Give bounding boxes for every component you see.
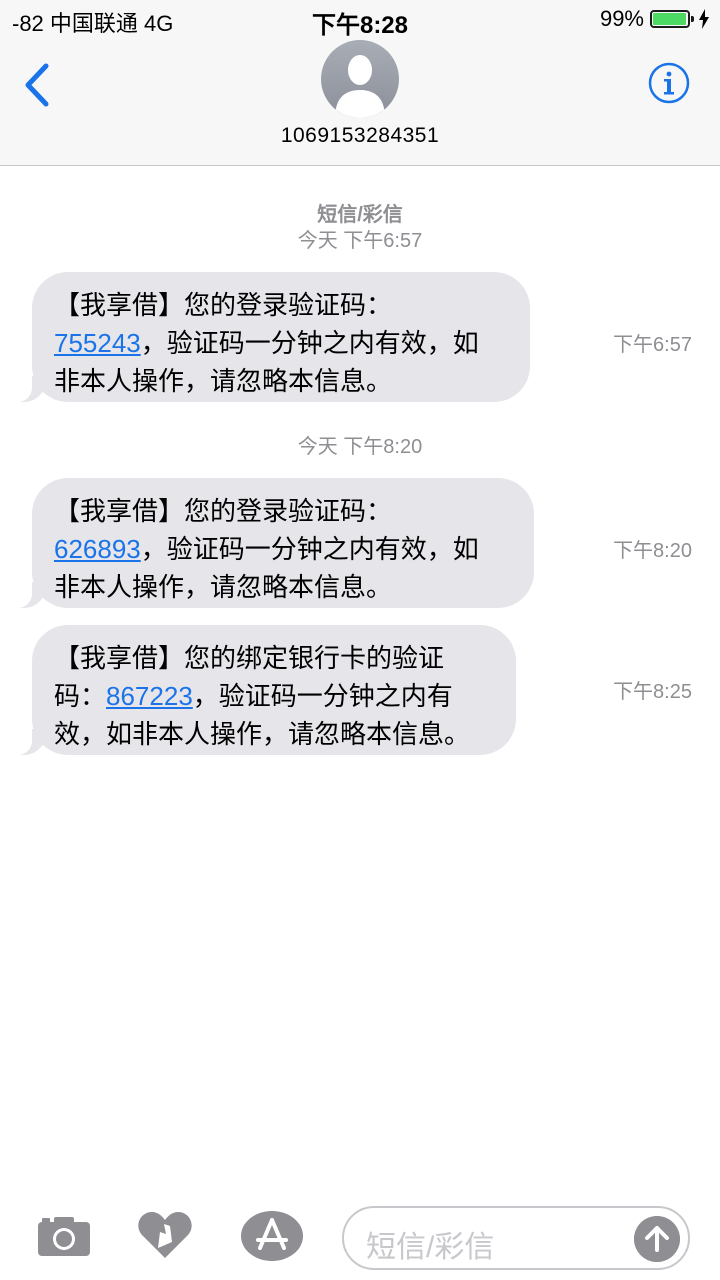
composer-bar: 短信/彩信 <box>0 1196 720 1280</box>
contact-avatar-icon[interactable] <box>321 40 399 118</box>
message-text-line: 效，如非本人操作，请忽略本信息。 <box>54 719 471 749</box>
message-bubble[interactable]: 【我享借】您的登录验证码： 626893，验证码一分钟之内有效，如 非本人操作，… <box>12 478 534 608</box>
status-bar: -82 中国联通 4G 下午8:28 99% <box>0 0 720 40</box>
message-bubble[interactable]: 【我享借】您的登录验证码： 755243，验证码一分钟之内有效，如 非本人操作，… <box>12 272 530 402</box>
battery-icon <box>650 10 694 28</box>
message-text-line: 【我享借】您的绑定银行卡的验证 <box>54 643 445 673</box>
contact-number[interactable]: 1069153284351 <box>0 124 720 148</box>
info-icon[interactable] <box>648 62 690 104</box>
message-row: 【我享借】您的登录验证码： 755243，验证码一分钟之内有效，如 非本人操作，… <box>0 272 720 402</box>
message-text-line: 非本人操作，请忽略本信息。 <box>54 572 393 602</box>
verification-code-link[interactable]: 867223 <box>106 681 193 711</box>
message-text-line: 码：867223，验证码一分钟之内有 <box>54 681 453 711</box>
message-type-label: 短信/彩信 <box>317 204 403 226</box>
message-text-line: 非本人操作，请忽略本信息。 <box>54 366 393 396</box>
message-input[interactable]: 短信/彩信 <box>342 1206 690 1270</box>
verification-code-link[interactable]: 755243 <box>54 328 141 358</box>
camera-icon[interactable] <box>36 1214 92 1258</box>
timestamp-header: 今天 下午6:57 <box>297 230 423 252</box>
thread-header: 短信/彩信 今天 下午6:57 <box>0 202 720 254</box>
message-text-line: 626893，验证码一分钟之内有效，如 <box>54 534 479 564</box>
conversation-header: 1069153284351 <box>0 40 720 166</box>
message-row: 【我享借】您的登录验证码： 626893，验证码一分钟之内有效，如 非本人操作，… <box>0 478 720 608</box>
message-time: 下午6:57 <box>613 334 692 356</box>
digital-touch-icon[interactable] <box>136 1208 194 1260</box>
message-text-line: 【我享借】您的登录验证码： <box>54 496 393 526</box>
app-store-icon[interactable] <box>240 1210 304 1262</box>
send-arrow-icon[interactable] <box>634 1216 680 1262</box>
battery-status: 99% <box>600 6 710 32</box>
back-chevron-icon[interactable] <box>16 60 60 110</box>
verification-code-link[interactable]: 626893 <box>54 534 141 564</box>
charging-bolt-icon <box>699 9 709 29</box>
message-text-line: 755243，验证码一分钟之内有效，如 <box>54 328 479 358</box>
message-time: 下午8:25 <box>613 681 692 703</box>
battery-percent: 99% <box>599 6 644 31</box>
message-text-line: 【我享借】您的登录验证码： <box>54 290 393 320</box>
battery-fill <box>653 13 686 25</box>
message-input-placeholder: 短信/彩信 <box>366 1231 495 1264</box>
message-time: 下午8:20 <box>613 540 692 562</box>
timestamp-header: 今天 下午8:20 <box>297 436 423 458</box>
message-row: 【我享借】您的绑定银行卡的验证 码：867223，验证码一分钟之内有 效，如非本… <box>0 625 720 755</box>
message-bubble[interactable]: 【我享借】您的绑定银行卡的验证 码：867223，验证码一分钟之内有 效，如非本… <box>12 625 516 755</box>
